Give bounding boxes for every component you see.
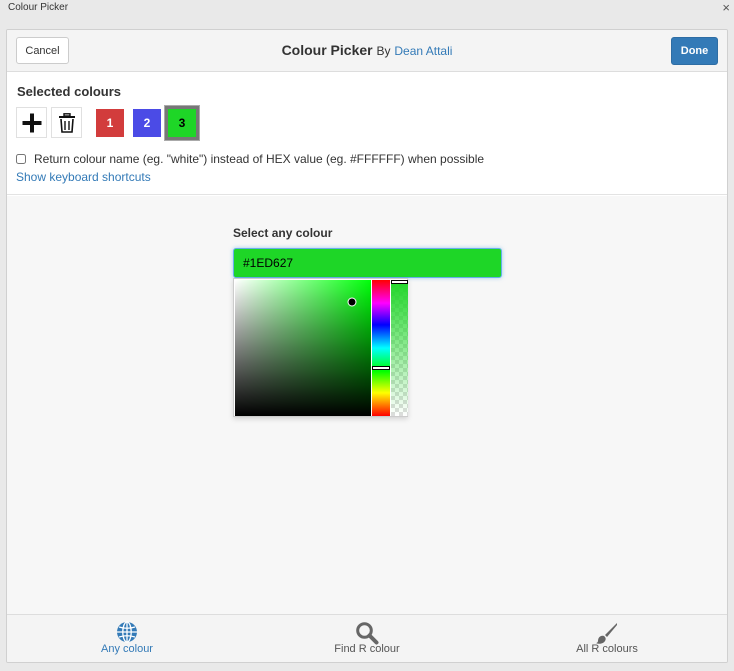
show-keyboard-shortcuts-link[interactable]: Show keyboard shortcuts (16, 170, 151, 184)
select-colour-label: Select any colour (233, 226, 333, 240)
tab-all-r-colours[interactable]: All R colours (487, 615, 727, 662)
saturation-brightness-area[interactable] (235, 280, 371, 416)
author-link[interactable]: Dean Attali (394, 44, 452, 58)
tab-find-r-colour-label: Find R colour (334, 643, 400, 655)
window-title: Colour Picker (8, 2, 69, 13)
dialog-title-text: Colour Picker (281, 42, 373, 58)
opacity-slider-handle[interactable] (391, 280, 408, 284)
by-label: By (376, 44, 391, 58)
window-close-icon[interactable]: × (722, 0, 730, 16)
colour-swatch-2[interactable]: 2 (133, 109, 161, 137)
colour-swatch-3[interactable]: 3 (165, 106, 199, 140)
colour-picker-popup (233, 278, 408, 417)
return-name-option[interactable]: Return colour name (eg. "white") instead… (16, 152, 484, 166)
opacity-slider[interactable] (391, 280, 408, 416)
add-colour-button[interactable] (16, 107, 47, 138)
colour-swatch-1[interactable]: 1 (96, 109, 124, 137)
magnifier-icon (356, 622, 379, 645)
delete-colour-button[interactable] (51, 107, 82, 138)
saturation-brightness-handle[interactable] (347, 297, 357, 307)
return-name-checkbox[interactable] (16, 154, 26, 164)
plus-icon (22, 113, 41, 132)
tab-find-r-colour[interactable]: Find R colour (247, 615, 487, 662)
hue-slider-handle[interactable] (372, 366, 390, 371)
selected-colours-section: Selected colours 1 2 3 Return colour nam… (7, 72, 727, 195)
window-titlebar: Colour Picker × (0, 0, 734, 18)
hue-slider[interactable] (372, 280, 390, 416)
hex-colour-input[interactable] (233, 248, 502, 278)
bottom-tab-bar: Any colour Find R colour All R colours (7, 614, 727, 662)
dialog-title: Colour Picker By Dean Attali (7, 42, 727, 58)
paintbrush-icon (596, 623, 617, 644)
tab-any-colour-label: Any colour (101, 643, 153, 655)
globe-icon (117, 621, 137, 643)
dialog-header: Cancel Colour Picker By Dean Attali Done (7, 30, 727, 72)
opacity-gradient (391, 280, 408, 416)
selected-colours-title: Selected colours (17, 84, 122, 99)
picker-area: Select any colour (7, 196, 727, 616)
tab-any-colour[interactable]: Any colour (7, 615, 247, 662)
return-name-label: Return colour name (eg. "white") instead… (34, 152, 485, 166)
done-button[interactable]: Done (671, 37, 718, 65)
colour-picker-dialog: Cancel Colour Picker By Dean Attali Done… (6, 29, 728, 663)
trash-icon (58, 112, 75, 133)
tab-all-r-colours-label: All R colours (576, 643, 638, 655)
